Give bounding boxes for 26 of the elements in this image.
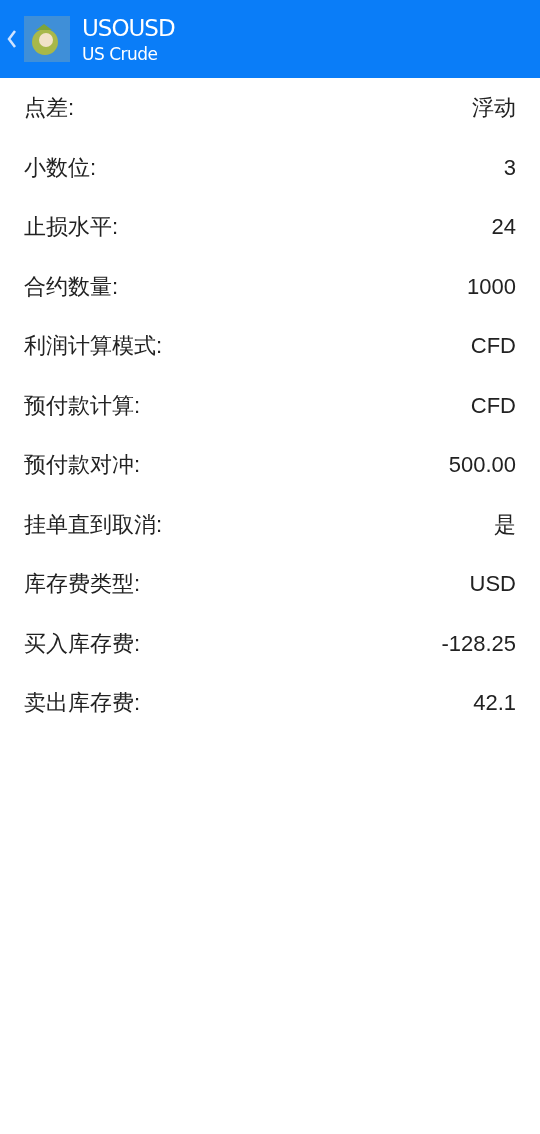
property-value: CFD [470,332,516,361]
app-logo-icon[interactable] [24,16,70,62]
property-label: 止损水平: [24,213,119,242]
property-value: 3 [503,153,516,182]
back-icon [7,29,17,49]
property-label: 预付款计算: [24,391,141,420]
property-label: 挂单直到取消: [24,510,163,539]
property-label: 小数位: [24,153,97,182]
property-value: 24 [491,213,516,242]
property-value: 500.00 [448,451,516,480]
property-label: 合约数量: [24,272,119,301]
property-value: 浮动 [472,94,516,123]
symbol-title: USOUSD [82,14,175,43]
property-value: -128.25 [441,629,516,658]
property-value: USD [469,570,516,599]
property-value: 1000 [467,272,516,301]
property-label: 库存费类型: [24,570,141,599]
property-value: 是 [494,510,516,539]
property-value: 42.1 [473,689,516,718]
property-label: 卖出库存费: [24,689,141,718]
symbol-subtitle: US Crude [82,43,159,65]
property-label: 买入库存费: [24,629,141,658]
property-label: 点差: [24,94,75,123]
property-label: 预付款对冲: [24,451,141,480]
property-label: 利润计算模式: [24,332,163,361]
property-value: CFD [470,391,516,420]
